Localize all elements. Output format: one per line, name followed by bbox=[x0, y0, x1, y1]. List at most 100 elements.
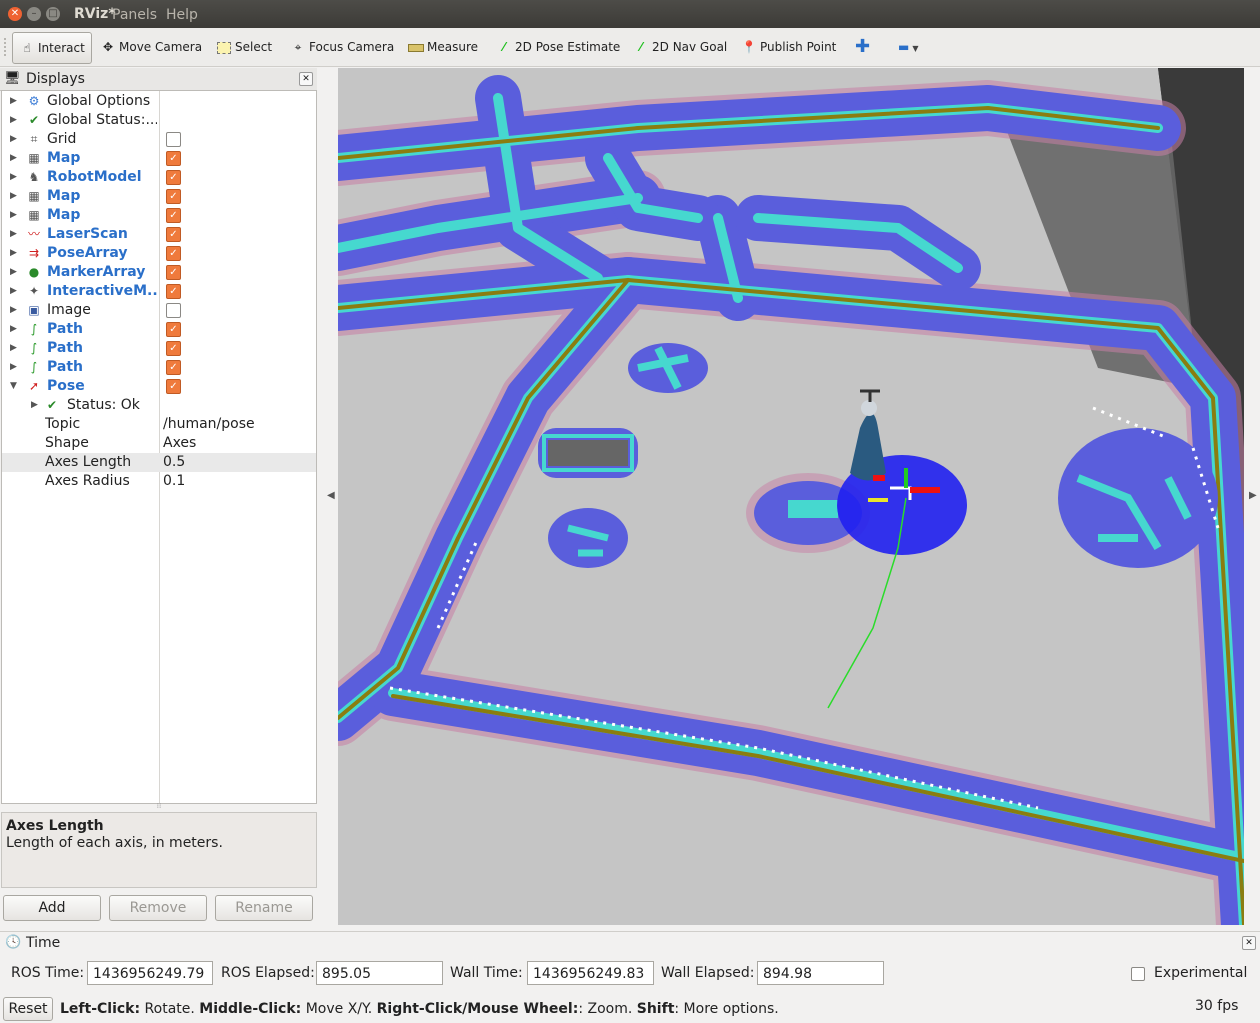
expand-right-arrow-icon[interactable]: ▶ bbox=[10, 282, 17, 301]
displays-tree[interactable]: ▶ ⚙ Global Options ▶ ✔ Global Status:... ▶ ⌗ Gri… bbox=[1, 90, 317, 804]
display-row-label: Pose bbox=[47, 378, 85, 394]
2d-nav-goal-tool-button[interactable]: ⁄ 2D Nav Goal bbox=[633, 35, 727, 59]
display-enabled-checkbox[interactable] bbox=[166, 303, 181, 318]
hand-pointer-icon: ☝ bbox=[23, 41, 31, 55]
close-panel-icon[interactable]: ✕ bbox=[299, 72, 313, 86]
property-row-axes-length[interactable]: Axes Length 0.5 bbox=[2, 453, 316, 472]
property-value[interactable]: Axes bbox=[163, 434, 196, 453]
wall-time-field[interactable]: 1436956249.83 bbox=[527, 961, 654, 985]
display-row-label: Global Options bbox=[47, 93, 151, 109]
interact-tool-button[interactable]: ☝ Interact bbox=[12, 32, 92, 64]
focus-camera-tool-button[interactable]: ⌖ Focus Camera bbox=[290, 35, 395, 59]
collapse-left-arrow-icon[interactable]: ◀ bbox=[327, 490, 335, 501]
expand-down-arrow-icon[interactable]: ▼ bbox=[10, 377, 17, 396]
collapse-right-arrow-icon[interactable]: ▶ bbox=[1249, 490, 1257, 501]
minimize-window-button[interactable]: – bbox=[27, 7, 41, 21]
display-row-map[interactable]: ▶ ▦ Map ✓ bbox=[2, 206, 316, 225]
pose-status-row[interactable]: ▶ ✔ Status: Ok bbox=[2, 396, 316, 415]
display-row-map[interactable]: ▶ ▦ Map ✓ bbox=[2, 149, 316, 168]
display-enabled-checkbox[interactable]: ✓ bbox=[166, 284, 181, 299]
property-value[interactable]: 0.1 bbox=[163, 472, 185, 491]
display-enabled-checkbox[interactable]: ✓ bbox=[166, 151, 181, 166]
ros-time-field[interactable]: 1436956249.79 bbox=[87, 961, 213, 985]
display-row-laserscan[interactable]: ▶ 〰 LaserScan ✓ bbox=[2, 225, 316, 244]
expand-right-arrow-icon[interactable]: ▶ bbox=[10, 301, 17, 320]
display-row-robotmodel[interactable]: ▶ ♞ RobotModel ✓ bbox=[2, 168, 316, 187]
display-enabled-checkbox[interactable]: ✓ bbox=[166, 189, 181, 204]
display-row-path[interactable]: ▶ ∫ Path ✓ bbox=[2, 320, 316, 339]
property-value[interactable]: /human/pose bbox=[163, 415, 255, 434]
measure-tool-button[interactable]: Measure bbox=[408, 35, 478, 59]
expand-right-arrow-icon[interactable]: ▶ bbox=[10, 149, 17, 168]
expand-right-arrow-icon[interactable]: ▶ bbox=[10, 320, 17, 339]
add-tool-button[interactable]: ✚ bbox=[855, 35, 870, 59]
expand-right-arrow-icon[interactable]: ▶ bbox=[10, 206, 17, 225]
display-enabled-checkbox[interactable]: ✓ bbox=[166, 360, 181, 375]
property-value[interactable]: 0.5 bbox=[163, 453, 185, 472]
splitter-handle[interactable]: ⁞⁞ bbox=[154, 802, 164, 810]
display-row-grid[interactable]: ▶ ⌗ Grid bbox=[2, 130, 316, 149]
reset-button[interactable]: Reset bbox=[3, 997, 53, 1021]
display-enabled-checkbox[interactable]: ✓ bbox=[166, 208, 181, 223]
display-row-image[interactable]: ▶ ▣ Image bbox=[2, 301, 316, 320]
display-row-label: Map bbox=[47, 207, 81, 223]
expand-right-arrow-icon[interactable]: ▶ bbox=[10, 92, 17, 111]
display-row-pose[interactable]: ▼ ➚ Pose ✓ bbox=[2, 377, 316, 396]
check-icon: ✔ bbox=[28, 113, 40, 127]
expand-right-arrow-icon[interactable]: ▶ bbox=[10, 111, 17, 130]
expand-right-arrow-icon[interactable]: ▶ bbox=[10, 187, 17, 206]
select-tool-button[interactable]: Select bbox=[216, 35, 272, 59]
map-icon: ▦ bbox=[28, 189, 40, 203]
display-enabled-checkbox[interactable]: ✓ bbox=[166, 227, 181, 242]
display-row-markerarray[interactable]: ▶ ● MarkerArray ✓ bbox=[2, 263, 316, 282]
expand-right-arrow-icon[interactable]: ▶ bbox=[10, 339, 17, 358]
display-enabled-checkbox[interactable]: ✓ bbox=[166, 341, 181, 356]
rename-display-button[interactable]: Rename bbox=[215, 895, 313, 921]
monitor-icon: 🖥 bbox=[4, 71, 21, 86]
ruler-icon bbox=[408, 35, 424, 59]
display-row-interactivem[interactable]: ▶ ✦ InteractiveM... ✓ bbox=[2, 282, 316, 301]
toolbar-grip[interactable] bbox=[4, 38, 9, 56]
menu-panels[interactable]: Panels bbox=[112, 7, 157, 23]
expand-right-arrow-icon[interactable]: ▶ bbox=[10, 225, 17, 244]
display-row-map[interactable]: ▶ ▦ Map ✓ bbox=[2, 187, 316, 206]
property-row-shape[interactable]: Shape Axes bbox=[2, 434, 316, 453]
display-enabled-checkbox[interactable]: ✓ bbox=[166, 379, 181, 394]
display-enabled-checkbox[interactable]: ✓ bbox=[166, 265, 181, 280]
publish-point-tool-button[interactable]: 📍 Publish Point bbox=[741, 35, 837, 59]
display-row-path[interactable]: ▶ ∫ Path ✓ bbox=[2, 339, 316, 358]
display-row-posearray[interactable]: ▶ ⇉ PoseArray ✓ bbox=[2, 244, 316, 263]
remove-tool-menu-button[interactable]: ▬ ▼ bbox=[898, 35, 919, 59]
maximize-window-button[interactable]: □ bbox=[46, 7, 60, 21]
close-window-button[interactable]: ✕ bbox=[8, 7, 22, 21]
check-icon: ✔ bbox=[46, 398, 58, 412]
expand-right-arrow-icon[interactable]: ▶ bbox=[10, 130, 17, 149]
expand-right-arrow-icon[interactable]: ▶ bbox=[10, 263, 17, 282]
display-row-path[interactable]: ▶ ∫ Path ✓ bbox=[2, 358, 316, 377]
property-row-axes-radius[interactable]: Axes Radius 0.1 bbox=[2, 472, 316, 491]
display-row-global-options[interactable]: ▶ ⚙ Global Options bbox=[2, 92, 316, 111]
add-display-button[interactable]: Add bbox=[3, 895, 101, 921]
menu-help[interactable]: Help bbox=[166, 7, 198, 23]
expand-right-arrow-icon[interactable]: ▶ bbox=[10, 168, 17, 187]
display-enabled-checkbox[interactable]: ✓ bbox=[166, 322, 181, 337]
display-row-global-status[interactable]: ▶ ✔ Global Status:... bbox=[2, 111, 316, 130]
property-row-topic[interactable]: Topic/human/pose bbox=[2, 415, 316, 434]
experimental-checkbox[interactable] bbox=[1131, 967, 1145, 981]
2d-pose-estimate-tool-button[interactable]: ⁄ 2D Pose Estimate bbox=[496, 35, 620, 59]
render-3d-view[interactable] bbox=[338, 68, 1244, 925]
expand-right-arrow-icon[interactable]: ▶ bbox=[10, 244, 17, 263]
remove-display-button[interactable]: Remove bbox=[109, 895, 207, 921]
expand-right-arrow-icon[interactable]: ▶ bbox=[31, 396, 38, 415]
toolbar: ☝ Interact ✥ Move Camera Select ⌖ Focus Cam… bbox=[0, 28, 1260, 67]
display-enabled-checkbox[interactable]: ✓ bbox=[166, 246, 181, 261]
close-time-panel-icon[interactable]: ✕ bbox=[1242, 936, 1256, 950]
wall-elapsed-field[interactable]: 894.98 bbox=[757, 961, 884, 985]
ros-time-label: ROS Time: bbox=[11, 965, 85, 981]
move-camera-tool-button[interactable]: ✥ Move Camera bbox=[100, 35, 202, 59]
expand-right-arrow-icon[interactable]: ▶ bbox=[10, 358, 17, 377]
display-row-label: RobotModel bbox=[47, 169, 142, 185]
display-enabled-checkbox[interactable] bbox=[166, 132, 181, 147]
ros-elapsed-field[interactable]: 895.05 bbox=[316, 961, 443, 985]
display-enabled-checkbox[interactable]: ✓ bbox=[166, 170, 181, 185]
